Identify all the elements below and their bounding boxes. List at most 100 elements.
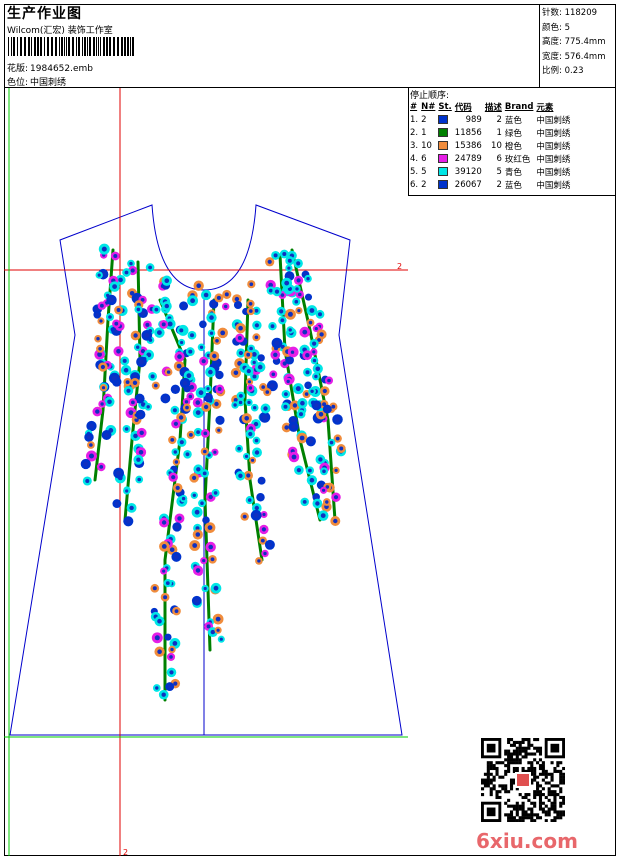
qr-module	[495, 766, 499, 771]
qr-module	[559, 816, 563, 820]
qr-module	[498, 784, 502, 788]
flower-center	[125, 380, 130, 384]
qr-module	[559, 778, 563, 782]
flower-center	[306, 383, 310, 387]
flower-center	[95, 313, 100, 317]
flower-center	[291, 424, 296, 430]
qr-module	[495, 793, 499, 797]
flower-center	[263, 406, 268, 411]
qr-module	[515, 758, 519, 762]
qr-module	[486, 766, 490, 771]
qr-module	[547, 813, 551, 817]
qr-module	[527, 798, 531, 802]
flower-center	[257, 559, 261, 563]
flower-center	[144, 332, 150, 338]
flower-center	[322, 488, 326, 492]
flower-center	[174, 524, 180, 530]
qr-module	[509, 787, 514, 791]
qr-module	[559, 781, 563, 785]
qr-module	[492, 787, 496, 791]
flower-center	[333, 518, 338, 524]
qr-module	[547, 807, 551, 811]
qr-module	[547, 793, 551, 797]
qr-module	[501, 775, 505, 779]
qr-module	[533, 758, 537, 762]
qr-module	[527, 746, 531, 750]
qr-module	[521, 738, 525, 742]
flower-center	[167, 321, 173, 327]
flower-center	[315, 501, 320, 506]
flower-center	[174, 609, 179, 613]
qr-module	[521, 813, 525, 817]
qr-module	[515, 819, 519, 822]
flower-center	[273, 352, 278, 357]
qr-module	[515, 752, 519, 756]
flower-center	[312, 358, 317, 363]
qr-module	[515, 810, 519, 814]
flower-center	[304, 392, 309, 396]
flower-center	[292, 403, 298, 408]
qr-module	[524, 752, 528, 756]
flower-center	[339, 446, 344, 451]
flower-center	[126, 519, 131, 524]
qr-module	[518, 752, 522, 756]
flower-center	[200, 501, 204, 506]
flower-center	[138, 450, 144, 455]
qr-module	[538, 795, 543, 800]
flower-center	[251, 458, 255, 462]
flower-center	[253, 512, 259, 518]
flower-center	[233, 370, 239, 376]
qr-module	[550, 793, 554, 797]
flower-center	[157, 649, 162, 654]
flower-center	[162, 569, 166, 573]
qr-module	[486, 775, 490, 779]
qr-module	[556, 761, 560, 765]
flower-center	[306, 295, 311, 299]
qr-module	[550, 801, 554, 805]
flower-center	[206, 395, 211, 400]
flower-center	[145, 322, 150, 327]
flower-center	[279, 309, 284, 314]
flower-center	[246, 473, 251, 478]
flower-center	[310, 389, 314, 393]
flower-center	[215, 616, 221, 622]
qr-module	[550, 784, 554, 788]
qr-module	[498, 761, 502, 765]
flower-center	[136, 307, 141, 312]
flower-center	[215, 339, 219, 343]
flower-center	[185, 387, 189, 391]
flower-center	[179, 328, 184, 333]
qr-module	[536, 761, 540, 765]
flower-center	[254, 438, 259, 443]
qr-module	[492, 778, 496, 782]
qr-module	[533, 752, 537, 756]
flower-center	[320, 513, 326, 518]
flower-center	[195, 568, 201, 573]
qr-module	[559, 795, 563, 800]
flower-center	[258, 495, 263, 500]
qr-code[interactable]	[481, 738, 565, 822]
qr-module	[521, 766, 525, 771]
flower-center	[210, 557, 215, 562]
qr-module	[509, 752, 514, 756]
flower-center	[314, 403, 319, 408]
qr-module	[518, 740, 522, 744]
qr-module	[559, 790, 563, 794]
flower-center	[244, 454, 249, 458]
flower-center	[242, 514, 247, 519]
flower-center	[133, 333, 138, 338]
flower-center	[195, 532, 201, 537]
qr-module	[538, 766, 543, 771]
flower-center	[312, 341, 317, 346]
qr-module	[483, 784, 487, 788]
qr-module	[530, 764, 534, 768]
qr-module	[515, 749, 519, 753]
qr-module	[509, 810, 514, 814]
flower-center	[261, 527, 266, 532]
flower-center	[261, 385, 266, 389]
qr-module	[489, 778, 493, 782]
qr-module	[507, 769, 511, 773]
qr-module	[512, 740, 516, 744]
qr-module	[521, 740, 525, 744]
flower-center	[210, 629, 215, 635]
